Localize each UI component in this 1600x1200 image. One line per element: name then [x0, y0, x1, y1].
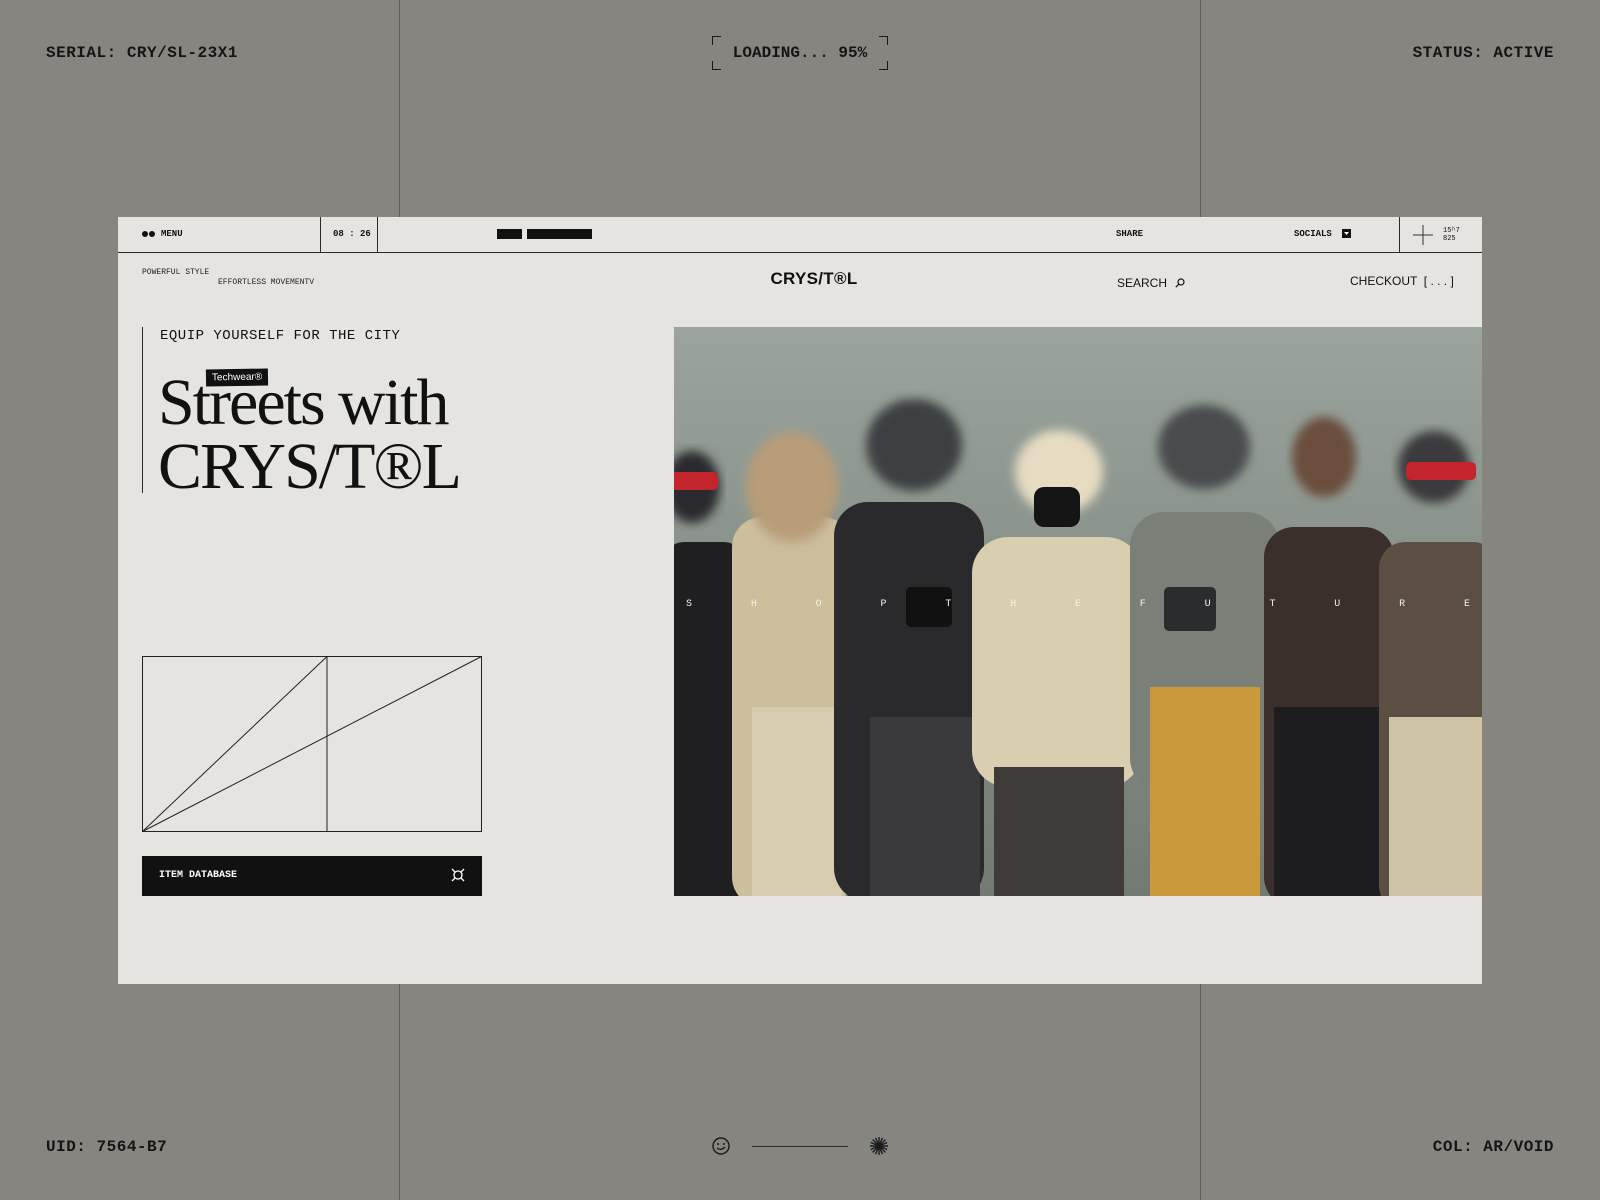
footer-center: [710, 1135, 890, 1157]
dot-icon: [149, 231, 155, 237]
item-database-label: ITEM DATABASE: [159, 870, 237, 881]
overlay-letter: H: [1010, 599, 1016, 610]
menu-button[interactable]: MENU: [142, 217, 202, 252]
brand-logo[interactable]: CRYS/T®L: [748, 269, 880, 289]
clock-time: 08 : 26: [333, 229, 371, 239]
search-icon: [1175, 278, 1185, 288]
sunburst-icon: [868, 1135, 890, 1157]
wireframe-graphic: [142, 656, 482, 832]
loading-indicator: LOADING... 95%: [712, 36, 888, 70]
overlay-letter: R: [1399, 599, 1405, 610]
overlay-letter: E: [1464, 599, 1470, 610]
overlay-letter: S: [686, 599, 692, 610]
serial-label: SERIAL: CRY/SL-23X1: [46, 44, 238, 62]
techwear-badge: Techwear®: [206, 368, 268, 386]
hero-eyebrow: EQUIP YOURSELF FOR THE CITY: [160, 328, 400, 344]
coords-line-2: 825: [1443, 235, 1456, 243]
hero-headline: Streets with CRYS/T®L: [158, 365, 460, 499]
overlay-letter: H: [751, 599, 757, 610]
redacted-block: [527, 229, 592, 239]
search-label: SEARCH: [1117, 276, 1167, 290]
overlay-letter: E: [1075, 599, 1081, 610]
topbar-divider: [320, 217, 321, 252]
shop-the-future-overlay[interactable]: S H O P T H E F U T U R E: [674, 599, 1482, 610]
socials-dropdown[interactable]: SOCIALS: [1294, 217, 1354, 252]
overlay-letter: U: [1334, 599, 1340, 610]
overlay-letter: F: [1140, 599, 1146, 610]
checkout-link[interactable]: CHECKOUT [ . . . ]: [1350, 274, 1454, 288]
bracket-corner-icon: [712, 61, 721, 70]
uid-label: UID: 7564-B7: [46, 1138, 167, 1156]
tagline-line-1: POWERFUL STYLE: [142, 268, 209, 277]
status-label: STATUS: ACTIVE: [1413, 44, 1554, 62]
overlay-letter: T: [1269, 599, 1275, 610]
headline-line-2: CRYS/T®L: [158, 435, 460, 499]
headline-line-1: Streets with: [158, 371, 460, 435]
coords-line-1: 15ʰ7: [1443, 227, 1460, 235]
bracket-corner-icon: [879, 61, 888, 70]
topbar-divider: [1399, 217, 1400, 252]
emoji-face-icon: [710, 1135, 732, 1157]
item-database-button[interactable]: ITEM DATABASE: [142, 856, 482, 896]
redacted-block: [497, 229, 522, 239]
tagline-line-2: EFFORTLESS MOVEMENTV: [218, 278, 314, 287]
overlay-letter: O: [816, 599, 822, 610]
top-bar: MENU 08 : 26 SHARE SOCIALS 15ʰ7 825: [118, 217, 1482, 253]
menu-label: MENU: [161, 229, 183, 239]
hero-photo-illustration: [674, 327, 1482, 896]
topbar-divider: [377, 217, 378, 252]
search-link[interactable]: SEARCH: [1117, 274, 1185, 292]
dot-icon: [142, 231, 148, 237]
hero-image: S H O P T H E F U T U R E: [674, 327, 1482, 896]
headline-rule: [142, 327, 143, 493]
chevron-down-icon: [1342, 229, 1351, 238]
col-label: COL: AR/VOID: [1433, 1138, 1554, 1156]
share-link[interactable]: SHARE: [1116, 229, 1143, 239]
crosshair-icon: [1413, 225, 1433, 245]
overlay-letter: U: [1205, 599, 1211, 610]
socials-label: SOCIALS: [1294, 229, 1332, 239]
footer-divider: [752, 1146, 848, 1147]
loading-text: LOADING... 95%: [712, 44, 888, 62]
website-card: MENU 08 : 26 SHARE SOCIALS 15ʰ7 825 POWE…: [118, 217, 1482, 984]
overlay-letter: T: [945, 599, 951, 610]
overlay-letter: P: [880, 599, 886, 610]
scan-icon: [450, 867, 466, 883]
